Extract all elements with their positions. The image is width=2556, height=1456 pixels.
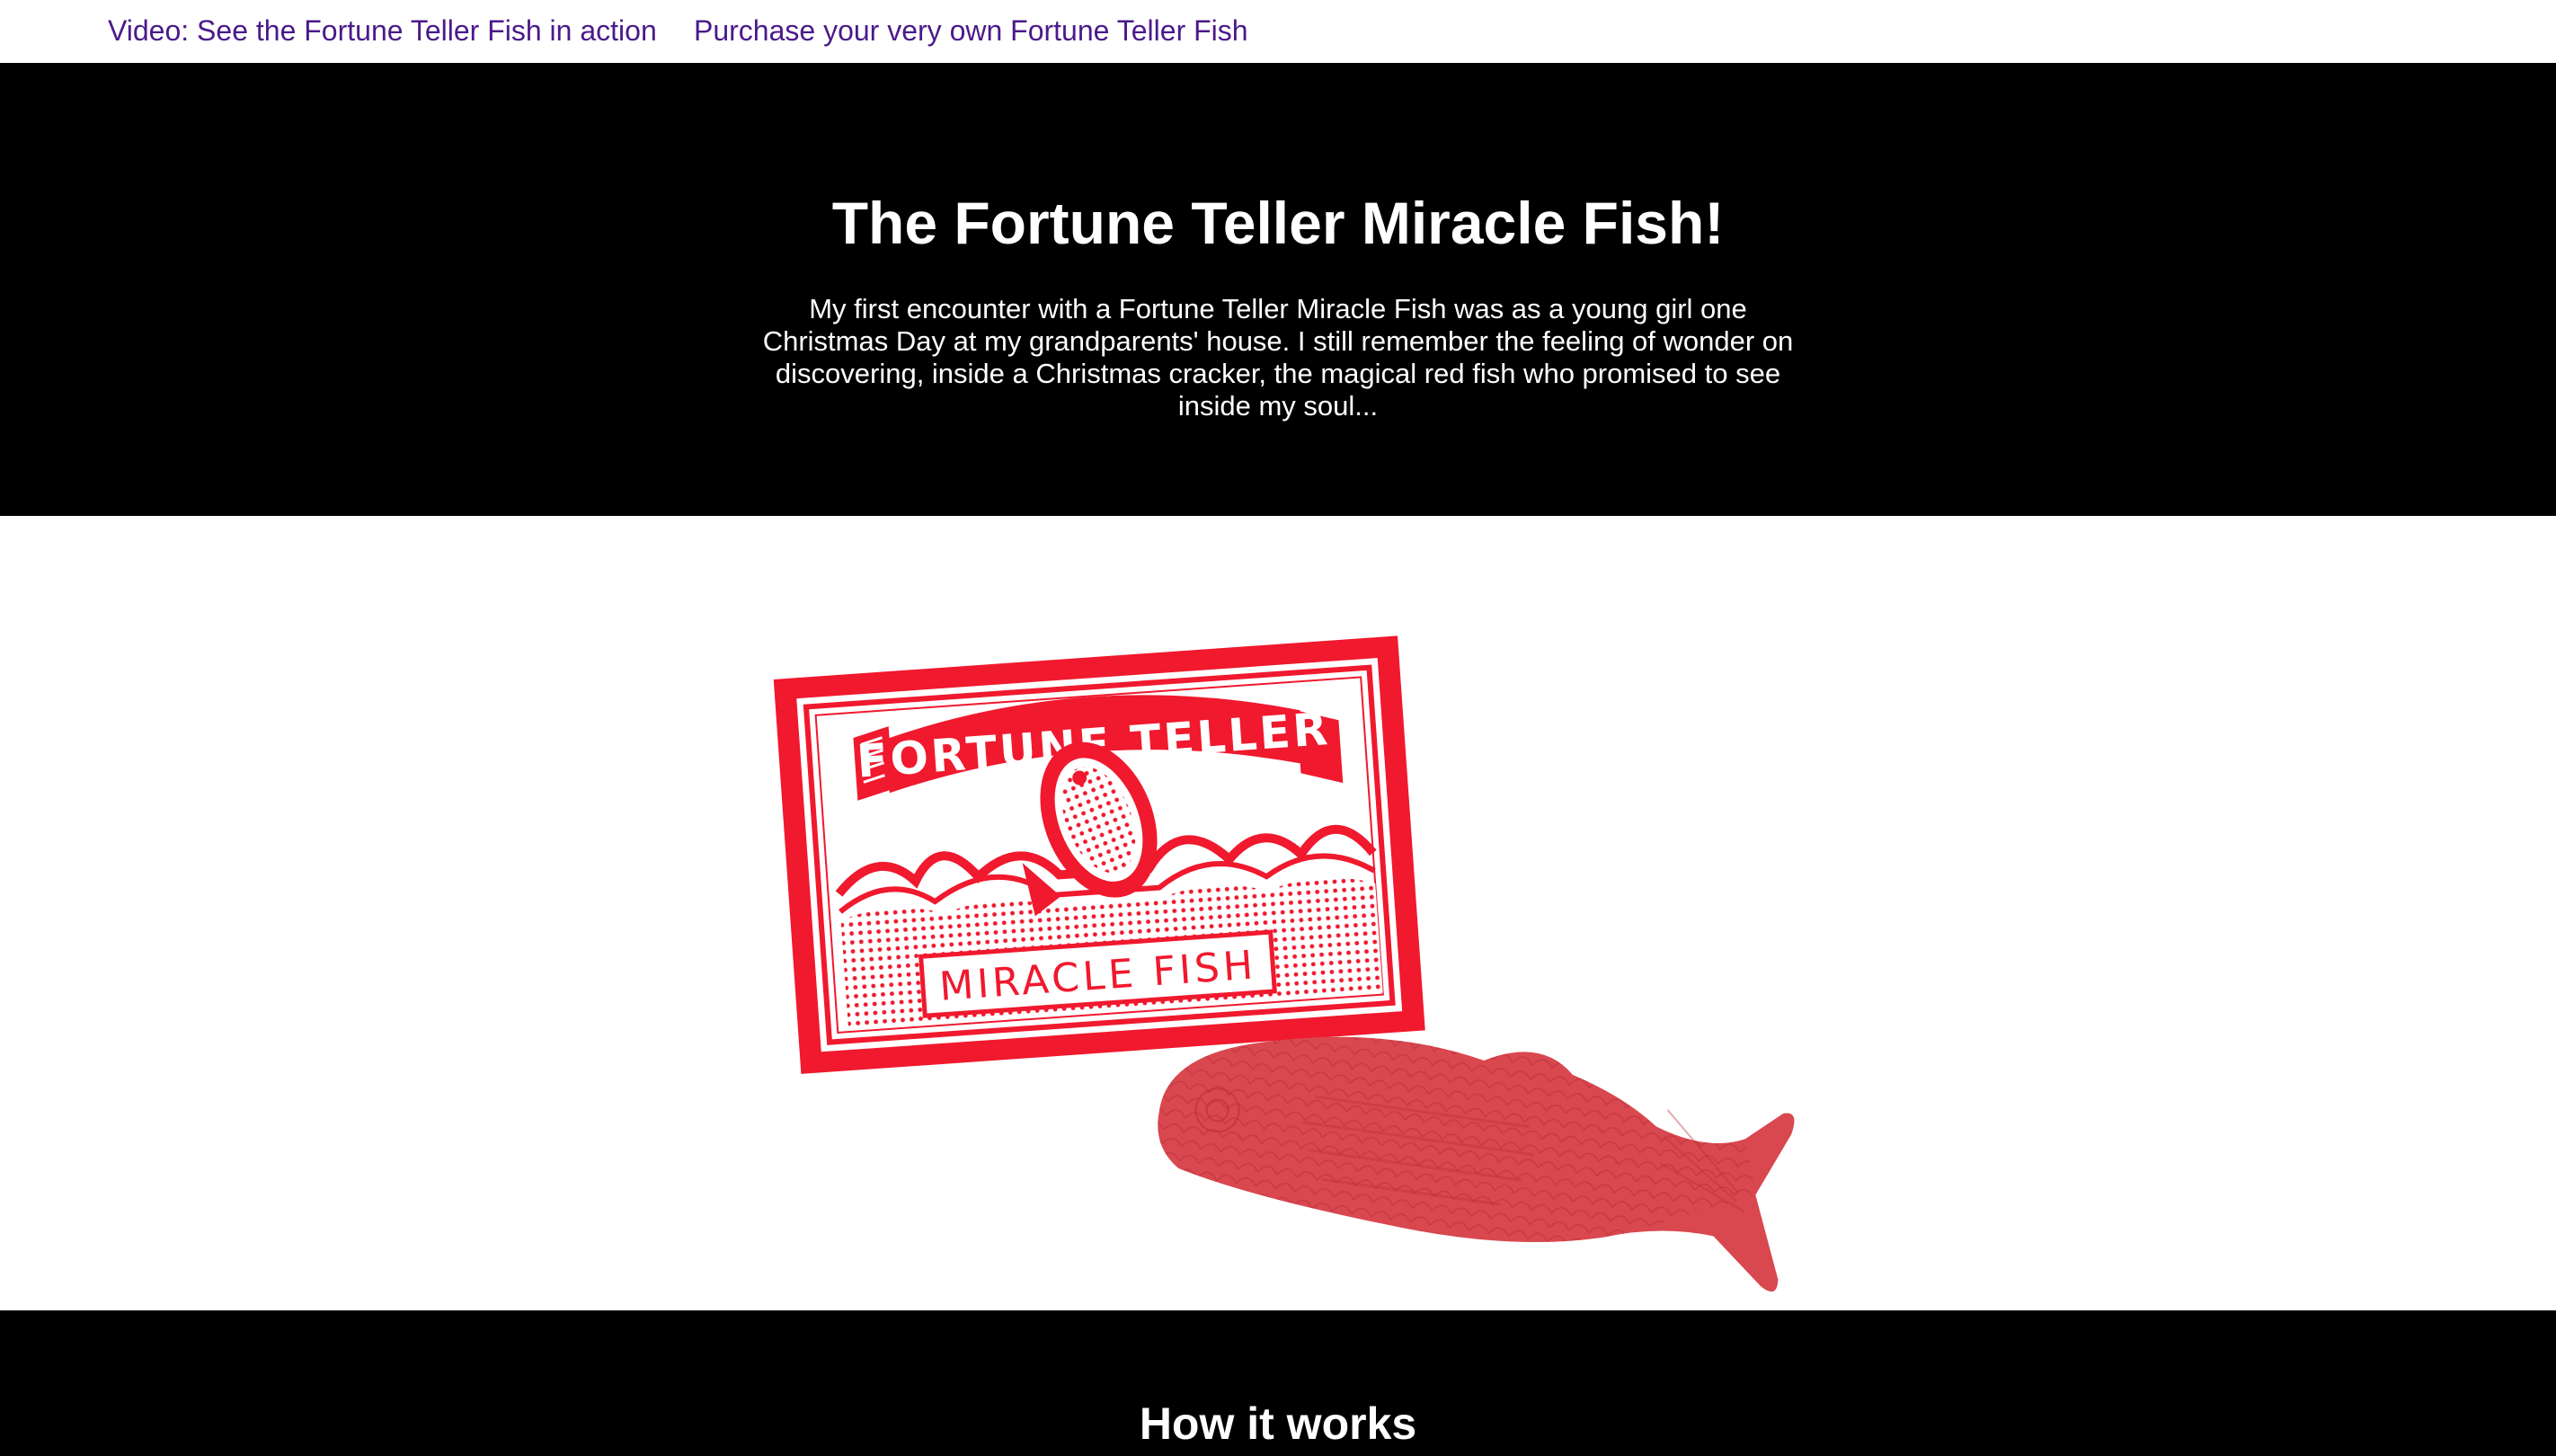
hero-intro-text: My first encounter with a Fortune Teller… bbox=[762, 293, 1794, 422]
purchase-link[interactable]: Purchase your very own Fortune Teller Fi… bbox=[694, 13, 1248, 49]
how-it-works-heading: How it works bbox=[1139, 1398, 1417, 1449]
cellophane-fish bbox=[1158, 1036, 1795, 1292]
fortune-teller-fish-image: FORTUNE TELLER MIRACLE FISH bbox=[773, 635, 1795, 1292]
fish-packet: FORTUNE TELLER MIRACLE FISH bbox=[773, 635, 1425, 1074]
hero-section: The Fortune Teller Miracle Fish! My firs… bbox=[0, 63, 2556, 516]
top-navigation: Video: See the Fortune Teller Fish in ac… bbox=[0, 0, 2556, 63]
video-link[interactable]: Video: See the Fortune Teller Fish in ac… bbox=[108, 13, 657, 49]
product-image-section: FORTUNE TELLER MIRACLE FISH bbox=[0, 516, 2556, 1310]
how-it-works-section: How it works bbox=[0, 1310, 2556, 1456]
page-title: The Fortune Teller Miracle Fish! bbox=[831, 190, 1725, 256]
